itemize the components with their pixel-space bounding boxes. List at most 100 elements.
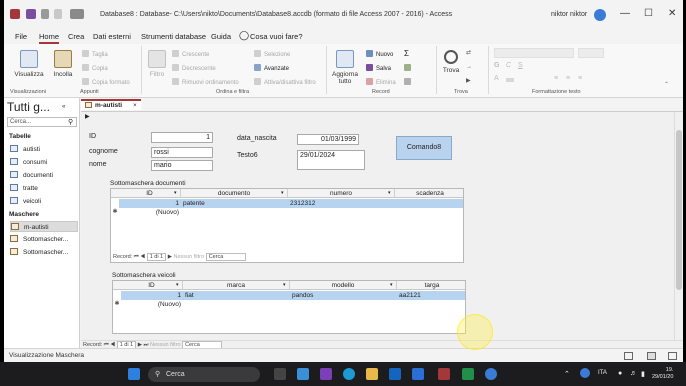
chevron-up-icon[interactable]: ⌃ [564, 370, 570, 378]
close-button[interactable]: ✕ [668, 8, 676, 20]
customize-toolbar-icon[interactable] [70, 9, 84, 19]
tell-me-search[interactable]: Cosa vuoi fare? [250, 32, 303, 41]
nav-item-m-autisti[interactable]: m-autisti [10, 221, 78, 232]
outlook-icon[interactable] [389, 368, 401, 380]
cell-marca[interactable]: fiat [183, 291, 290, 300]
access-icon[interactable] [438, 368, 450, 380]
minimize-button[interactable]: — [620, 8, 630, 20]
prev-record-icon[interactable]: ◀ [140, 254, 145, 260]
table-row-new[interactable]: ✱ (Nuovo) [113, 300, 465, 309]
more-icon[interactable] [404, 78, 414, 87]
app-icon[interactable] [320, 368, 332, 380]
decrescente-button[interactable]: Decrescente [172, 64, 216, 73]
cell-modello[interactable]: pandos [290, 291, 397, 300]
col-numero[interactable]: numero [288, 189, 395, 198]
visualizza-button[interactable]: Visualizza [12, 50, 46, 78]
design-view-icon[interactable] [668, 352, 677, 360]
menu-strumenti-database[interactable]: Strumenti database [141, 32, 206, 41]
font-name-dropdown[interactable] [494, 48, 574, 58]
attiva-filtro-button[interactable]: Attiva/disattiva filtro [254, 78, 316, 87]
excel-icon[interactable] [462, 368, 474, 380]
collapse-ribbon-icon[interactable]: ⌃ [664, 82, 669, 89]
maximize-button[interactable]: ☐ [644, 8, 653, 20]
align-right-icon[interactable]: ≡ [578, 75, 582, 82]
nav-search-input[interactable]: Cerca... [7, 117, 77, 127]
font-size-dropdown[interactable] [578, 48, 604, 58]
edge-icon[interactable] [343, 368, 355, 380]
selezione-button[interactable]: Selezione [254, 50, 290, 59]
select-icon[interactable]: ▶ [466, 78, 471, 85]
highlight-icon[interactable] [506, 78, 514, 82]
wifi-icon[interactable]: ● [618, 370, 622, 377]
avanzate-button[interactable]: Avanzate [254, 64, 289, 73]
chevron-down-icon[interactable]: ▾ [390, 281, 393, 290]
first-record-icon[interactable]: ⏮ [134, 254, 139, 260]
chat-icon[interactable] [297, 368, 309, 380]
form-view-icon[interactable] [624, 352, 633, 360]
copia-button[interactable]: Copia [82, 64, 108, 73]
avatar[interactable] [594, 9, 606, 21]
chevron-down-icon[interactable]: ▾ [283, 281, 286, 290]
cell-targa[interactable]: aa2121 [397, 291, 465, 300]
totals-icon[interactable]: Σ [404, 50, 409, 58]
italic-icon[interactable]: C [506, 62, 511, 69]
spelling-icon[interactable] [404, 64, 414, 73]
col-scadenza[interactable]: scadenza [395, 189, 463, 198]
col-id[interactable]: ID [121, 281, 183, 290]
datasheet-view-icon[interactable] [647, 352, 656, 360]
incolla-button[interactable]: Incolla [50, 50, 76, 78]
testo6-field[interactable]: 29/01/2024 [297, 150, 365, 170]
menu-dati-esterni[interactable]: Dati esterni [93, 32, 131, 41]
align-left-icon[interactable]: ≡ [554, 75, 558, 82]
table-row[interactable]: 1 patente 2312312 [111, 199, 463, 208]
cell-id[interactable]: 1 [119, 199, 181, 208]
volume-icon[interactable]: ♬ [630, 370, 637, 377]
tab-m-autisti[interactable]: m-autisti × [81, 99, 141, 110]
nav-item-documenti[interactable]: documenti [10, 170, 78, 181]
cognome-field[interactable]: rossi [151, 147, 213, 158]
save-icon[interactable] [26, 9, 36, 19]
clock[interactable]: 19. 29/01/20 [652, 367, 673, 381]
table-row[interactable]: 1 fiat pandos aa2121 [113, 291, 465, 300]
col-documento[interactable]: documento [181, 189, 288, 198]
nav-item-sottomaschera-2[interactable]: Sottomascher... [10, 247, 78, 258]
cell-new[interactable]: (Nuovo) [121, 300, 183, 309]
align-center-icon[interactable]: ≡ [566, 75, 570, 82]
word-icon[interactable] [412, 368, 424, 380]
trova-button[interactable]: Trova [440, 50, 462, 74]
taskbar-search[interactable]: Cerca [148, 367, 260, 382]
menu-home[interactable]: Home [39, 32, 60, 44]
nav-item-autisti[interactable]: autisti [10, 144, 78, 155]
elimina-button[interactable]: Elimina [366, 78, 396, 87]
cell-new[interactable]: (Nuovo) [119, 208, 181, 217]
filter-status[interactable]: Nessun filtro [173, 254, 204, 260]
nome-field[interactable]: mario [151, 160, 213, 171]
nav-pane-title[interactable]: Tutti g... [7, 100, 50, 114]
aggiorna-tutto-button[interactable]: Aggiorna tutto [330, 50, 360, 85]
data-nascita-field[interactable]: 01/03/1999 [297, 134, 359, 145]
row-selector[interactable] [113, 291, 121, 300]
chevron-down-icon[interactable]: ▾ [281, 189, 284, 198]
nav-item-sottomaschera-1[interactable]: Sottomascher... [10, 234, 78, 245]
bold-icon[interactable]: G [494, 62, 499, 69]
id-field[interactable]: 1 [151, 132, 213, 143]
crescente-button[interactable]: Crescente [172, 50, 209, 59]
cell-id[interactable]: 1 [121, 291, 183, 300]
scrollbar-thumb[interactable] [676, 130, 682, 290]
record-position[interactable]: 1 di 1 [146, 253, 167, 261]
cell-documento[interactable]: patente [181, 199, 288, 208]
redo-icon[interactable] [54, 9, 62, 19]
row-selector[interactable] [111, 199, 119, 208]
nuovo-button[interactable]: Nuovo [366, 50, 393, 59]
chevron-down-icon[interactable]: ▾ [174, 189, 177, 198]
vertical-scrollbar[interactable] [674, 112, 683, 340]
network-icon[interactable] [580, 368, 590, 378]
replace-icon[interactable]: ⇄ [466, 50, 471, 57]
col-marca[interactable]: marca [183, 281, 290, 290]
underline-icon[interactable]: S [518, 62, 523, 69]
nav-pane-collapse-icon[interactable]: « [62, 104, 65, 110]
nav-item-veicoli[interactable]: veicoli [10, 196, 78, 207]
table-row-new[interactable]: ✱ (Nuovo) [111, 208, 463, 217]
record-search-input[interactable]: Cerca [205, 253, 246, 261]
menu-crea[interactable]: Crea [68, 32, 84, 41]
